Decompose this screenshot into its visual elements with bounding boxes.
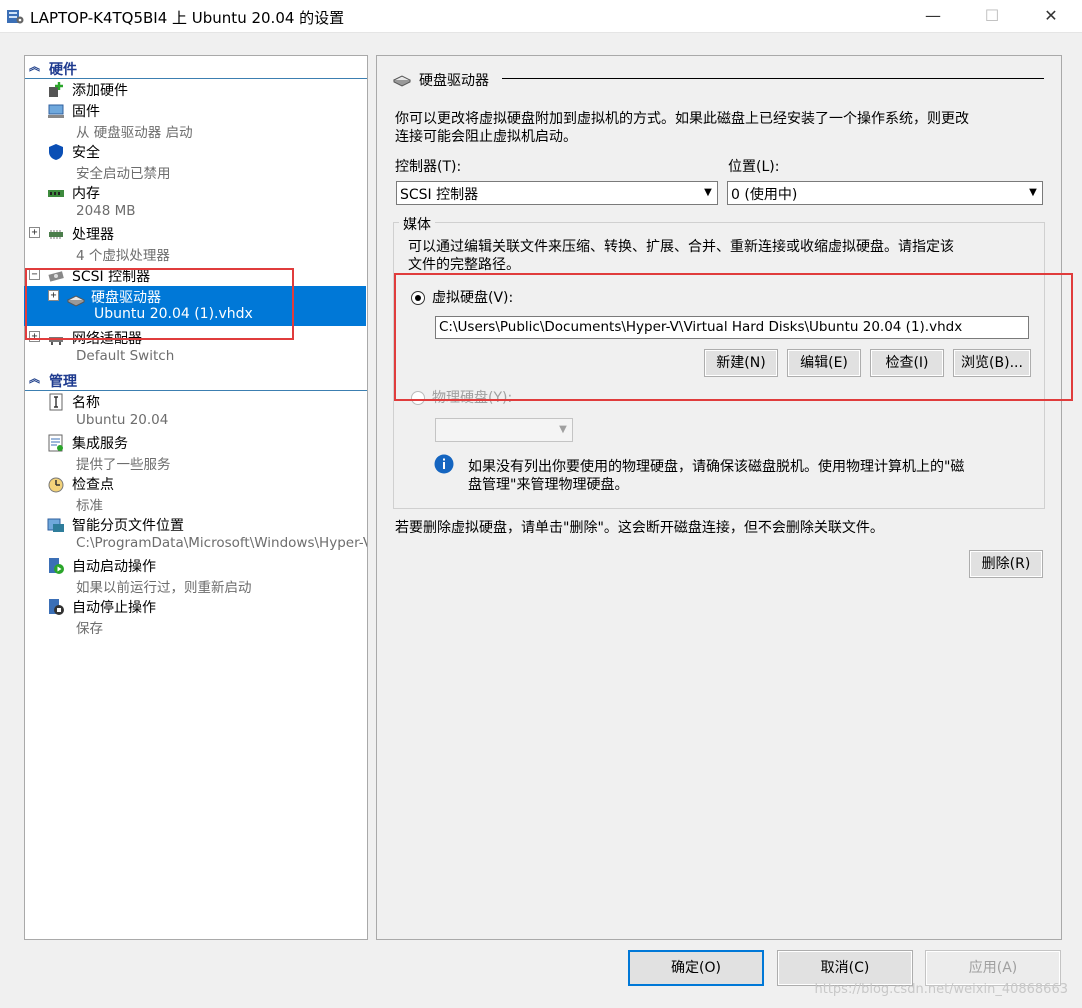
- ok-button[interactable]: 确定(O): [628, 950, 764, 986]
- hyper-v-settings-icon: [7, 10, 24, 24]
- expand-icon[interactable]: +: [29, 227, 40, 238]
- minimize-button[interactable]: —: [910, 0, 956, 32]
- tree-item-detail: Ubuntu 20.04: [76, 412, 169, 428]
- tree-item-name[interactable]: 名称 Ubuntu 20.04: [25, 391, 367, 431]
- tree-item-label: 集成服务: [72, 436, 128, 452]
- controller-select-value: SCSI 控制器: [400, 187, 479, 203]
- firmware-icon: [48, 104, 64, 118]
- tree-item-label: 添加硬件: [72, 83, 128, 99]
- tree-item-auto-start[interactable]: 自动启动操作 如果以前运行过，则重新启动: [25, 555, 367, 596]
- window-title: LAPTOP-K4TQ5BI4 上 Ubuntu 20.04 的设置: [30, 9, 345, 27]
- cancel-button[interactable]: 取消(C): [777, 950, 913, 986]
- location-select-value: 0 (使用中): [731, 187, 798, 203]
- controller-select[interactable]: SCSI 控制器 ▼: [396, 181, 718, 205]
- info-icon: [434, 454, 454, 474]
- hard-drive-settings-panel: 硬盘驱动器 你可以更改将虚拟硬盘附加到虚拟机的方式。如果此磁盘上已经安装了一个操…: [376, 55, 1062, 940]
- media-description-line-1: 可以通过编辑关联文件来压缩、转换、扩展、合并、重新连接或收缩虚拟硬盘。请指定该: [408, 239, 954, 255]
- highlight-box-tree: [25, 268, 294, 340]
- tree-item-label: 自动启动操作: [72, 559, 156, 575]
- tree-item-detail: 提供了一些服务: [76, 457, 171, 473]
- checkpoint-icon: [48, 477, 64, 493]
- location-label: 位置(L):: [728, 159, 780, 175]
- tree-item-processor[interactable]: + 处理器 4 个虚拟处理器: [25, 223, 367, 264]
- location-select[interactable]: 0 (使用中) ▼: [727, 181, 1043, 205]
- processor-icon: [49, 230, 63, 239]
- category-label: 管理: [49, 374, 77, 390]
- category-label: 硬件: [49, 62, 77, 78]
- tree-item-security[interactable]: 安全 安全启动已禁用: [25, 141, 367, 182]
- settings-tree[interactable]: ︽ 硬件 添加硬件 固件 从 硬盘驱动器 启动 安全 安全启动已禁用 内存 20…: [24, 55, 368, 940]
- media-group-label: 媒体: [399, 214, 435, 234]
- add-hardware-icon: [49, 82, 63, 97]
- apply-button[interactable]: 应用(A): [925, 950, 1061, 986]
- tree-item-auto-stop[interactable]: 自动停止操作 保存: [25, 596, 367, 637]
- physical-disk-select[interactable]: ▼: [435, 418, 573, 442]
- smart-paging-icon: [47, 518, 64, 532]
- dropdown-arrow-icon[interactable]: ▼: [699, 182, 717, 204]
- tree-item-label: 处理器: [72, 227, 114, 243]
- tree-item-label: 检查点: [72, 477, 114, 493]
- collapse-chevron-icon[interactable]: ︽: [29, 58, 40, 74]
- tree-item-detail: 2048 MB: [76, 203, 136, 219]
- auto-stop-icon: [49, 599, 64, 615]
- info-line-2: 盘管理"来管理物理硬盘。: [468, 477, 629, 493]
- tree-item-label: 名称: [72, 395, 100, 411]
- watermark: https://blog.csdn.net/weixin_40868663: [814, 982, 1068, 997]
- maximize-button[interactable]: ☐: [969, 0, 1015, 32]
- tree-item-smart-paging[interactable]: 智能分页文件位置 C:\ProgramData\Microsoft\Window…: [25, 514, 367, 554]
- category-hardware[interactable]: ︽ 硬件: [25, 57, 367, 79]
- hard-drive-icon: [393, 75, 411, 87]
- tree-item-label: 智能分页文件位置: [72, 518, 184, 534]
- integration-services-icon: [48, 434, 63, 452]
- tree-item-firmware[interactable]: 固件 从 硬盘驱动器 启动: [25, 100, 367, 141]
- memory-icon: [48, 190, 64, 197]
- tree-item-detail: Default Switch: [76, 348, 175, 364]
- tree-item-detail: 从 硬盘驱动器 启动: [76, 125, 193, 141]
- tree-item-detail: 如果以前运行过，则重新启动: [76, 580, 252, 596]
- shield-icon: [49, 144, 63, 160]
- tree-item-detail: 安全启动已禁用: [76, 166, 171, 182]
- highlight-box-media: [394, 273, 1073, 401]
- section-heading: 硬盘驱动器: [419, 73, 489, 89]
- remove-button[interactable]: 删除(R): [969, 550, 1043, 578]
- info-line-1: 如果没有列出你要使用的物理硬盘，请确保该磁盘脱机。使用物理计算机上的"磁: [468, 459, 965, 475]
- heading-divider: [502, 78, 1044, 79]
- title-bar[interactable]: LAPTOP-K4TQ5BI4 上 Ubuntu 20.04 的设置 — ☐ ✕: [0, 0, 1082, 33]
- tree-item-memory[interactable]: 内存 2048 MB: [25, 182, 367, 222]
- close-button[interactable]: ✕: [1028, 0, 1074, 32]
- dropdown-arrow-icon[interactable]: ▼: [1024, 182, 1042, 204]
- tree-item-checkpoints[interactable]: 检查点 标准: [25, 473, 367, 514]
- description-line-2: 连接可能会阻止虚拟机启动。: [395, 129, 577, 145]
- description-line-1: 你可以更改将虚拟硬盘附加到虚拟机的方式。如果此磁盘上已经安装了一个操作系统，则更…: [395, 111, 969, 127]
- tree-item-detail: 保存: [76, 621, 103, 637]
- tree-item-label: 固件: [72, 104, 100, 120]
- remove-note: 若要删除虚拟硬盘，请单击"删除"。这会断开磁盘连接，但不会删除关联文件。: [395, 520, 884, 536]
- tree-item-detail: 标准: [76, 498, 103, 514]
- auto-start-icon: [49, 558, 64, 574]
- tree-item-detail: 4 个虚拟处理器: [76, 248, 170, 264]
- dropdown-arrow-icon[interactable]: ▼: [554, 419, 572, 441]
- controller-label: 控制器(T):: [395, 159, 462, 175]
- collapse-chevron-icon[interactable]: ︽: [29, 370, 40, 386]
- tree-item-label: 自动停止操作: [72, 600, 156, 616]
- name-icon: [49, 393, 63, 411]
- tree-item-detail: C:\ProgramData\Microsoft\Windows\Hyper-V: [76, 535, 368, 551]
- category-management[interactable]: ︽ 管理: [25, 369, 367, 391]
- tree-item-label: 内存: [72, 186, 100, 202]
- tree-item-integration-services[interactable]: 集成服务 提供了一些服务: [25, 432, 367, 473]
- tree-item-label: 安全: [72, 145, 100, 161]
- media-description-line-2: 文件的完整路径。: [408, 257, 520, 273]
- tree-item-add-hardware[interactable]: 添加硬件: [25, 79, 367, 99]
